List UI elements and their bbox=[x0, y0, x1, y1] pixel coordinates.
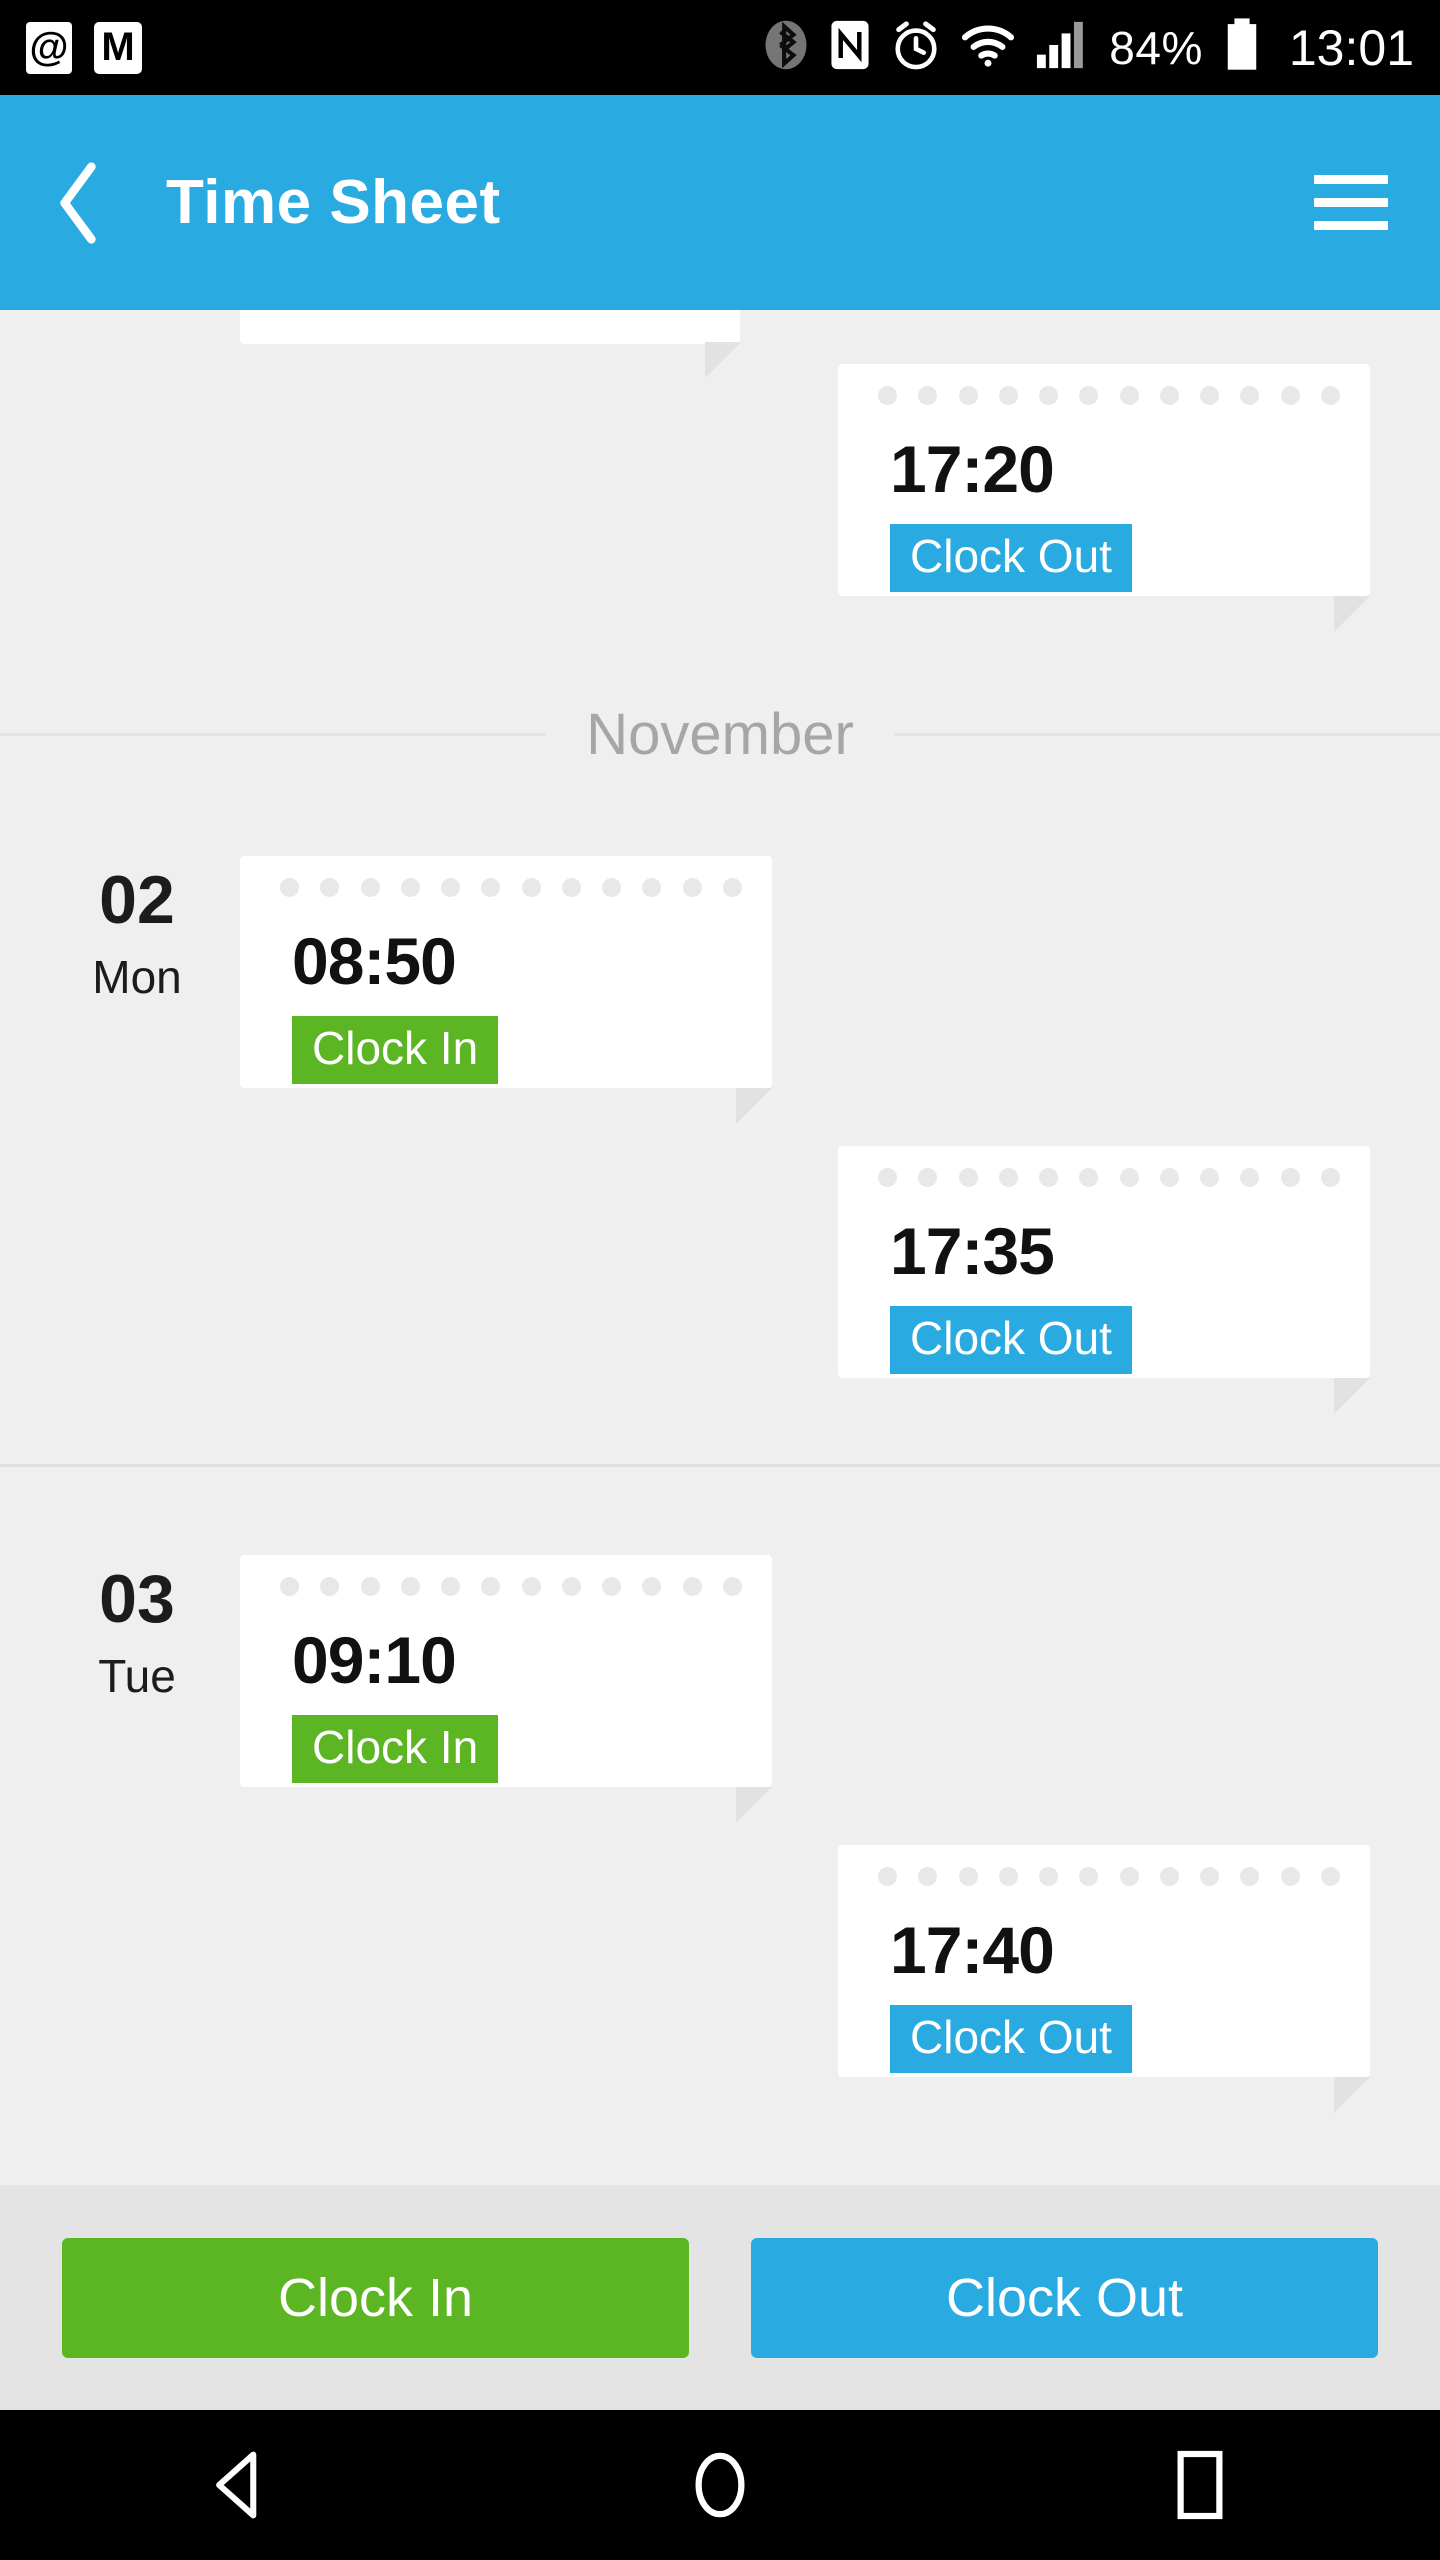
nfc-icon bbox=[829, 19, 871, 76]
card-fold-corner bbox=[1334, 596, 1370, 632]
gmail-icon: M bbox=[94, 21, 142, 74]
hamburger-menu-icon[interactable] bbox=[1314, 175, 1388, 230]
card-fold-corner bbox=[736, 1787, 772, 1823]
punch-type-badge: Clock In bbox=[292, 1715, 499, 1783]
day-weekday: Mon bbox=[92, 951, 182, 1003]
android-recents-icon[interactable] bbox=[1120, 2410, 1280, 2560]
divider-line-right bbox=[893, 733, 1440, 736]
alarm-clock-icon bbox=[891, 18, 941, 77]
card-perforation-dots bbox=[280, 1577, 742, 1596]
punch-time: 17:20 bbox=[890, 432, 1055, 506]
day-date-column: 02 Mon bbox=[62, 866, 212, 1004]
phone-screen: @ M 84% 13:01 Time Sheet 17:20 Clock Out… bbox=[0, 0, 1440, 2560]
day-separator bbox=[0, 1464, 1440, 1467]
card-fold-corner bbox=[1334, 1378, 1370, 1414]
day-weekday: Tue bbox=[98, 1650, 176, 1702]
punch-card[interactable]: 09:10 Clock In bbox=[240, 1555, 772, 1823]
clock-out-button[interactable]: Clock Out bbox=[751, 2237, 1378, 2358]
status-bar: @ M 84% 13:01 bbox=[0, 0, 1440, 95]
punch-type-badge: Clock Out bbox=[890, 524, 1132, 592]
app-bar: Time Sheet bbox=[0, 95, 1440, 310]
card-perforation-dots bbox=[878, 1867, 1340, 1886]
timesheet-scroll-area[interactable]: 17:20 Clock Out November 02 Mon 08:50 Cl… bbox=[0, 310, 1440, 2185]
punch-card[interactable]: 17:40 Clock Out bbox=[838, 1845, 1370, 2113]
back-chevron-icon[interactable] bbox=[52, 158, 104, 248]
battery-percent-label: 84% bbox=[1109, 21, 1203, 74]
day-date-column: 03 Tue bbox=[62, 1565, 212, 1703]
punch-time: 08:50 bbox=[292, 924, 457, 998]
bottom-action-bar: Clock In Clock Out bbox=[0, 2185, 1440, 2410]
day-number: 02 bbox=[99, 862, 175, 938]
punch-card[interactable]: 17:20 Clock Out bbox=[838, 364, 1370, 632]
email-at-icon: @ bbox=[26, 21, 72, 74]
day-row: 02 Mon 08:50 Clock In 17:35 Clock Out bbox=[0, 856, 1440, 1414]
card-perforation-dots bbox=[878, 386, 1340, 405]
card-fold-corner bbox=[736, 1088, 772, 1124]
punch-time: 17:35 bbox=[890, 1214, 1055, 1288]
battery-icon bbox=[1223, 16, 1261, 79]
card-perforation-dots bbox=[878, 1168, 1340, 1187]
status-bar-clock: 13:01 bbox=[1288, 19, 1414, 76]
android-home-icon[interactable] bbox=[640, 2410, 800, 2560]
punch-time: 17:40 bbox=[890, 1913, 1055, 1987]
day-row-partial: 17:20 Clock Out bbox=[0, 310, 1440, 632]
month-divider: November bbox=[0, 701, 1440, 768]
card-fold-corner bbox=[1334, 2077, 1370, 2113]
page-title: Time Sheet bbox=[166, 168, 501, 237]
divider-line-left bbox=[0, 733, 547, 736]
punch-type-badge: Clock In bbox=[292, 1016, 499, 1084]
punch-type-badge: Clock Out bbox=[890, 2005, 1132, 2073]
android-nav-bar bbox=[0, 2410, 1440, 2560]
android-back-icon[interactable] bbox=[160, 2410, 320, 2560]
punch-card[interactable]: 08:50 Clock In bbox=[240, 856, 772, 1124]
punch-time: 09:10 bbox=[292, 1623, 457, 1697]
punch-card[interactable]: 17:35 Clock Out bbox=[838, 1146, 1370, 1414]
day-number: 03 bbox=[99, 1561, 175, 1637]
punch-type-badge: Clock Out bbox=[890, 1306, 1132, 1374]
status-bar-left-icons: @ M bbox=[26, 21, 142, 74]
clock-in-button[interactable]: Clock In bbox=[62, 2237, 689, 2358]
cellular-signal-icon bbox=[1035, 19, 1089, 76]
status-bar-right-icons: 84% 13:01 bbox=[763, 16, 1414, 79]
month-label: November bbox=[586, 702, 854, 767]
day-row: 03 Tue 09:10 Clock In 17:40 Clock Out bbox=[0, 1555, 1440, 2113]
wifi-icon bbox=[961, 22, 1015, 73]
bluetooth-icon bbox=[763, 17, 809, 78]
card-perforation-dots bbox=[280, 878, 742, 897]
